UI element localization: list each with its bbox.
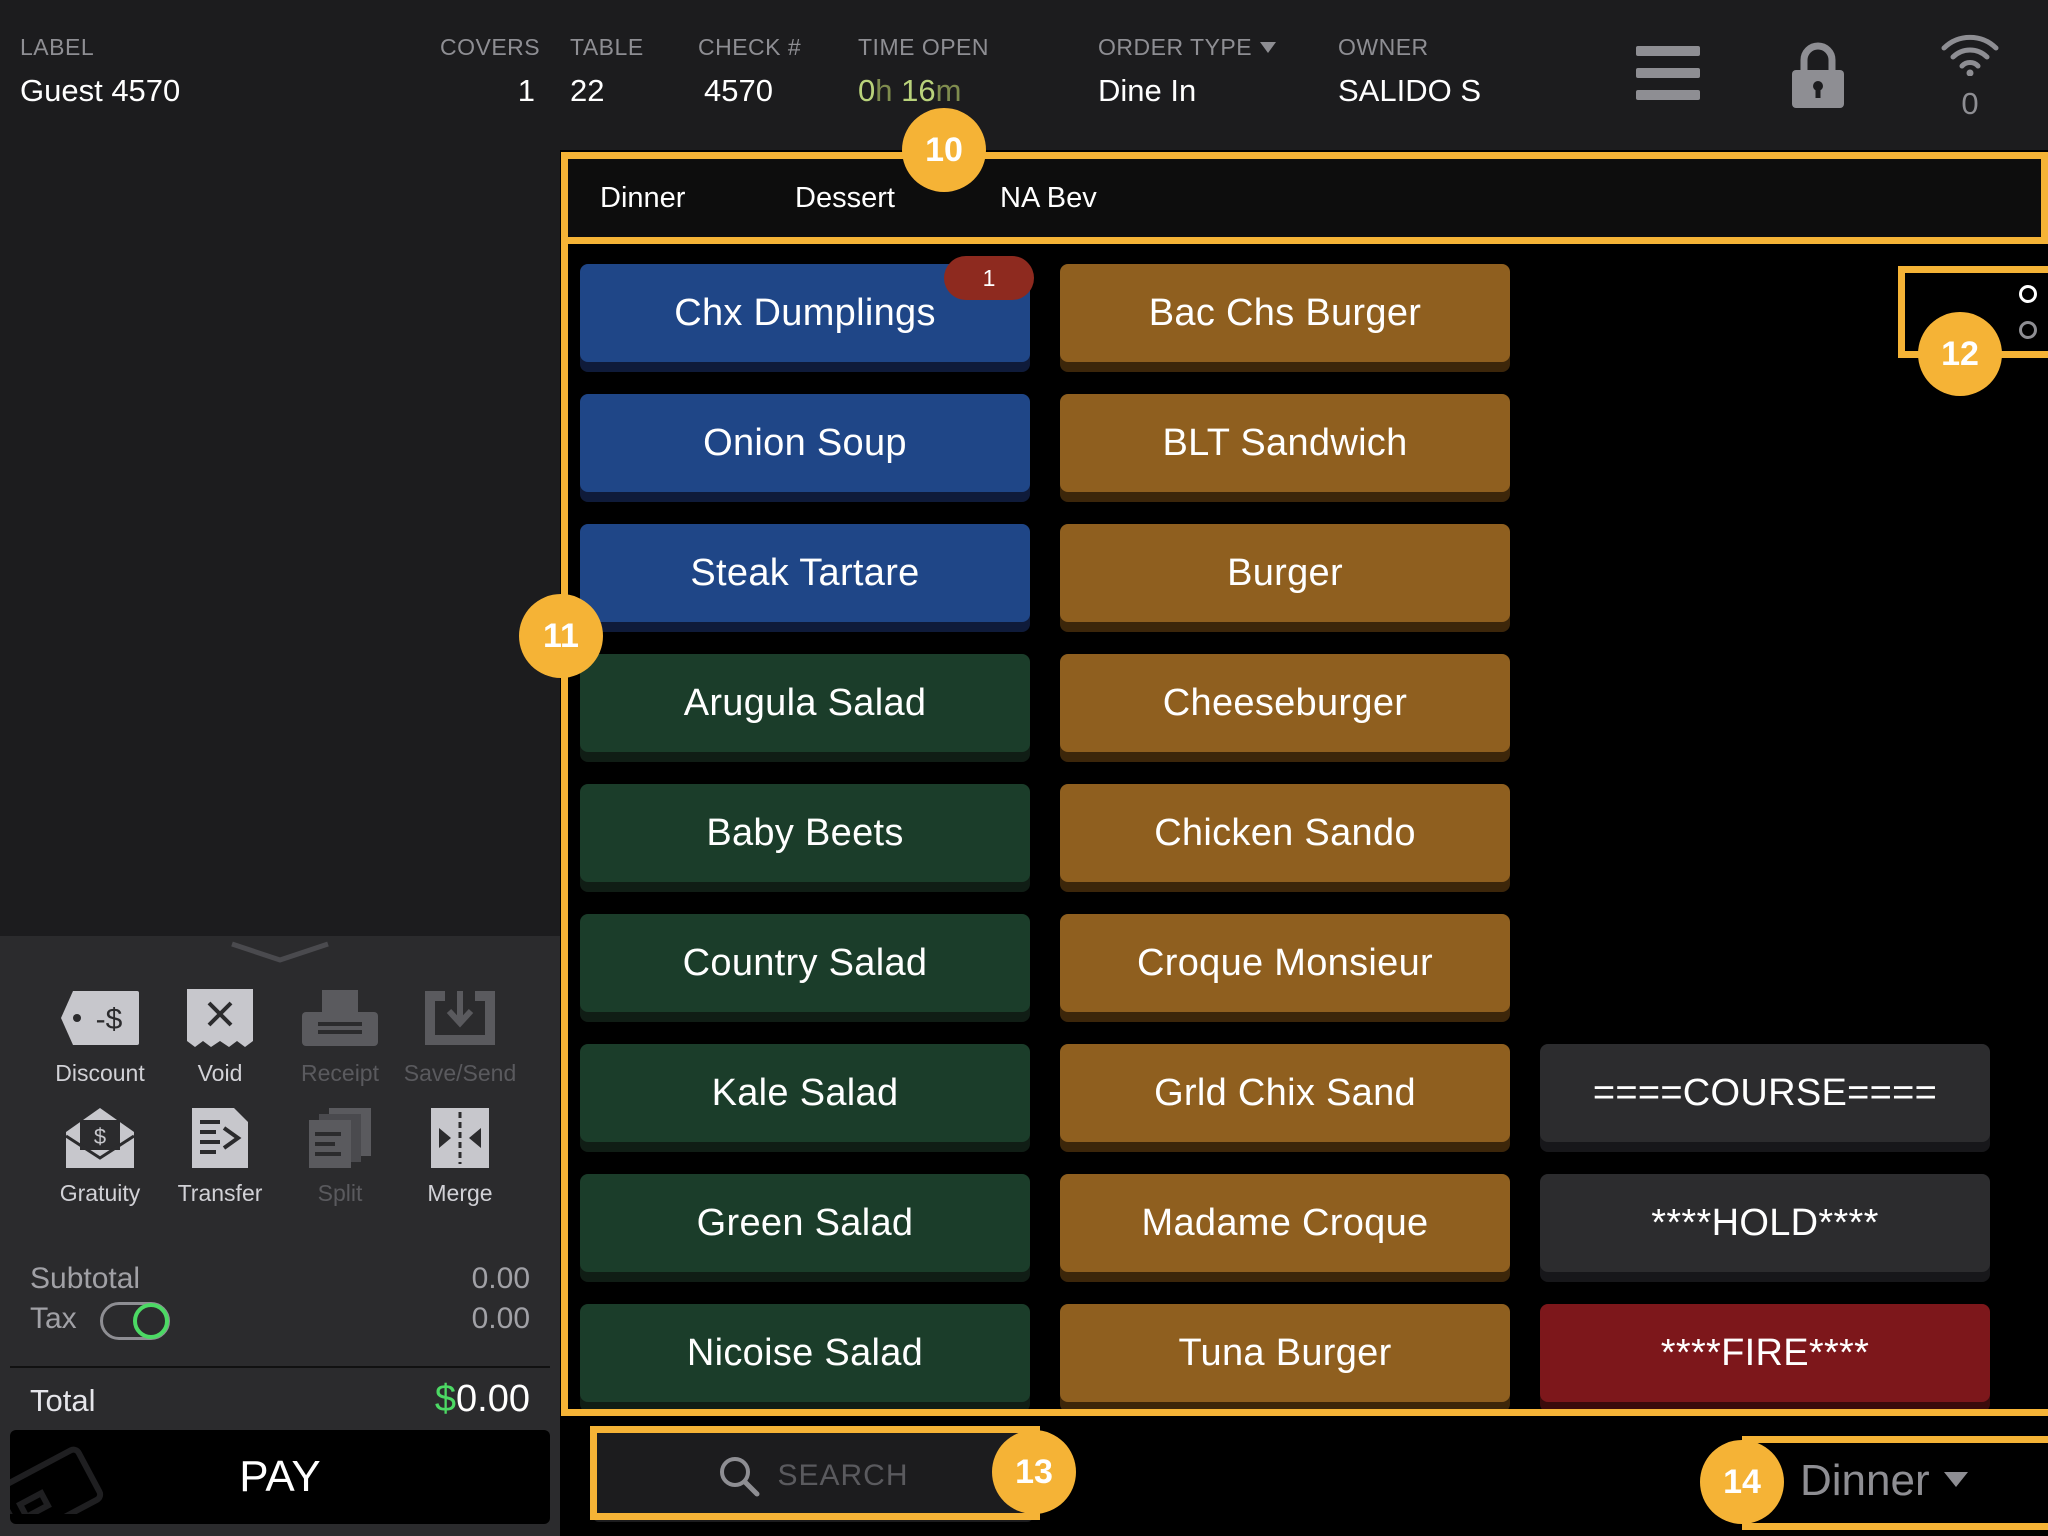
subtotal-value: 0.00 (471, 1262, 530, 1295)
total-row: Total $0.00 (30, 1378, 530, 1421)
gratuity-label: Gratuity (59, 1180, 141, 1206)
transfer-icon (192, 1108, 248, 1168)
order-type-field[interactable]: ORDER TYPE Dine In (1098, 34, 1277, 109)
callout-11: 11 (519, 594, 603, 678)
owner-value: SALIDO S (1338, 73, 1481, 108)
subtotal-label: Subtotal (30, 1262, 141, 1295)
check-title: CHECK # (698, 34, 802, 60)
lock-icon[interactable] (1790, 40, 1846, 110)
check-field: CHECK # 4570 (698, 34, 801, 109)
svg-text:$: $ (94, 1124, 106, 1149)
dropdown-caret-icon (1260, 42, 1277, 53)
void-button[interactable]: Void (160, 984, 280, 1087)
time-open-title: TIME OPEN (858, 34, 990, 60)
callout-10: 10 (902, 108, 986, 192)
highlight-menu-selector (1742, 1436, 2048, 1530)
table-title: TABLE (570, 34, 644, 60)
chevron-down-icon[interactable] (228, 940, 332, 964)
svg-text:-$: -$ (96, 1003, 123, 1036)
receipt-button[interactable]: Receipt (280, 984, 400, 1087)
merge-button[interactable]: Merge (400, 1104, 520, 1207)
tax-toggle[interactable] (100, 1302, 170, 1340)
subtotal-row: Subtotal 0.00 (30, 1262, 530, 1296)
owner-field[interactable]: OWNER SALIDO S (1338, 34, 1481, 109)
merge-label: Merge (427, 1180, 493, 1206)
order-items-list[interactable] (0, 150, 560, 936)
pos-order-screen: LABEL Guest 4570 COVERS 1 TABLE 22 CHECK… (0, 0, 2048, 1536)
order-header: LABEL Guest 4570 COVERS 1 TABLE 22 CHECK… (0, 0, 2048, 150)
highlight-item-grid-bottom (561, 1409, 2048, 1416)
transfer-button[interactable]: Transfer (160, 1104, 280, 1207)
covers-value: 1 (517, 73, 535, 108)
order-type-value: Dine In (1098, 73, 1197, 108)
covers-title: COVERS (440, 34, 541, 60)
check-value: 4570 (704, 73, 773, 108)
tax-value: 0.00 (471, 1302, 530, 1335)
pay-label: PAY (239, 1452, 321, 1501)
tax-label: Tax (30, 1302, 77, 1335)
total-label: Total (30, 1383, 96, 1418)
transfer-label: Transfer (177, 1180, 263, 1206)
time-open-value: 0h 16m (858, 73, 962, 108)
highlight-item-grid-left (561, 244, 2048, 1416)
label-field[interactable]: LABEL Guest 4570 (20, 34, 180, 109)
wifi-count: 0 (1961, 86, 1979, 121)
owner-title: OWNER (1338, 34, 1429, 60)
wifi-icon[interactable] (1940, 32, 2000, 76)
highlight-category-tabs (561, 152, 2048, 244)
label-value: Guest 4570 (20, 73, 181, 108)
gratuity-envelope-icon: $ (65, 1108, 135, 1168)
save-send-button[interactable]: Save/Send (400, 984, 520, 1087)
merge-icon (431, 1108, 489, 1168)
split-label: Split (317, 1180, 363, 1206)
highlight-search (590, 1426, 1040, 1520)
total-value: $0.00 (434, 1378, 530, 1420)
discount-tag-icon: -$ (61, 991, 139, 1045)
void-label: Void (197, 1060, 243, 1086)
callout-13: 13 (992, 1430, 1076, 1514)
time-open-field: TIME OPEN 0h 16m (858, 34, 989, 109)
table-value: 22 (570, 73, 605, 108)
covers-field[interactable]: COVERS 1 (440, 34, 541, 109)
callout-14: 14 (1700, 1440, 1784, 1524)
save-send-label: Save/Send (403, 1060, 517, 1086)
void-receipt-icon (187, 989, 253, 1047)
split-icon (309, 1108, 371, 1168)
totals-divider (10, 1366, 550, 1368)
discount-label: Discount (55, 1060, 145, 1086)
split-button[interactable]: Split (280, 1104, 400, 1207)
pay-button[interactable]: PAY (10, 1430, 550, 1524)
printer-icon (302, 990, 378, 1046)
table-field[interactable]: TABLE 22 (570, 34, 644, 109)
discount-button[interactable]: -$ Discount (40, 984, 160, 1087)
hamburger-menu-icon[interactable] (1636, 46, 1700, 100)
callout-12: 12 (1918, 312, 2002, 396)
order-type-title: ORDER TYPE (1098, 34, 1277, 61)
gratuity-button[interactable]: $ Gratuity (40, 1104, 160, 1207)
receipt-label: Receipt (301, 1060, 379, 1086)
label-title: LABEL (20, 34, 95, 60)
save-send-icon (425, 991, 495, 1045)
credit-card-icon (10, 1446, 104, 1514)
